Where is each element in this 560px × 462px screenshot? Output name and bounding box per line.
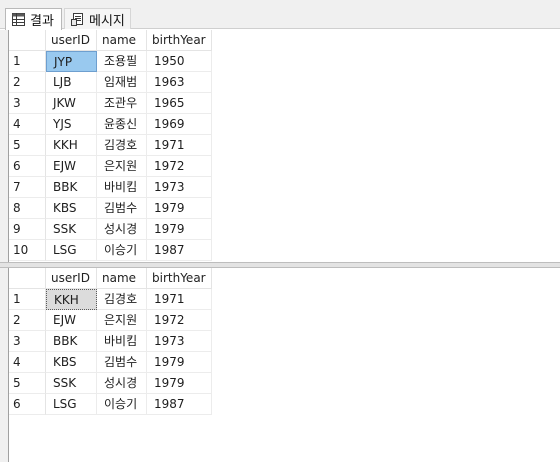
- row-number[interactable]: 6: [9, 394, 46, 415]
- tab-messages[interactable]: 메시지: [64, 8, 131, 29]
- row-number[interactable]: 3: [9, 331, 46, 352]
- cell-birthyear[interactable]: 1973: [147, 331, 212, 352]
- cell-name[interactable]: 바비킴: [97, 177, 147, 198]
- message-icon: [71, 12, 83, 26]
- cell-name[interactable]: 성시경: [97, 373, 147, 394]
- pane-left-edge: [0, 268, 8, 462]
- row-number[interactable]: 6: [9, 156, 46, 177]
- column-header-birthyear[interactable]: birthYear: [147, 30, 212, 51]
- cell-name[interactable]: 조용필: [97, 51, 147, 72]
- row-number[interactable]: 5: [9, 135, 46, 156]
- pane-left-edge: [0, 30, 8, 262]
- cell-userid[interactable]: BBK: [46, 331, 97, 352]
- column-header-userid[interactable]: userID: [46, 30, 97, 51]
- cell-userid[interactable]: BBK: [46, 177, 97, 198]
- cell-userid[interactable]: JKW: [46, 93, 97, 114]
- cell-userid[interactable]: EJW: [46, 310, 97, 331]
- cell-userid[interactable]: KBS: [46, 198, 97, 219]
- cell-birthyear[interactable]: 1979: [147, 219, 212, 240]
- cell-birthyear[interactable]: 1965: [147, 93, 212, 114]
- row-number[interactable]: 1: [9, 289, 46, 310]
- row-number[interactable]: 8: [9, 198, 46, 219]
- grid-corner[interactable]: [9, 30, 46, 51]
- result-grid-2[interactable]: userID name birthYear 1 KKH 김경호 1971 2 EJW 은지원 197…: [8, 268, 560, 462]
- column-header-birthyear[interactable]: birthYear: [147, 268, 212, 289]
- grid-corner[interactable]: [9, 268, 46, 289]
- column-header-name[interactable]: name: [97, 268, 147, 289]
- cell-name[interactable]: 김경호: [97, 289, 147, 310]
- cell-name[interactable]: 임재범: [97, 72, 147, 93]
- cell-birthyear[interactable]: 1969: [147, 114, 212, 135]
- tab-results-label: 결과: [30, 14, 54, 29]
- cell-birthyear[interactable]: 1971: [147, 289, 212, 310]
- row-number[interactable]: 4: [9, 352, 46, 373]
- cell-userid[interactable]: SSK: [46, 373, 97, 394]
- row-number[interactable]: 2: [9, 72, 46, 93]
- cell-name[interactable]: 김경호: [97, 135, 147, 156]
- cell-userid[interactable]: LSG: [46, 240, 97, 261]
- grid-icon: [12, 13, 25, 26]
- cell-name[interactable]: 이승기: [97, 240, 147, 261]
- cell-name[interactable]: 윤종신: [97, 114, 147, 135]
- cell-name[interactable]: 김범수: [97, 198, 147, 219]
- cell-userid[interactable]: YJS: [46, 114, 97, 135]
- cell-userid[interactable]: KKH: [46, 289, 97, 310]
- column-header-userid[interactable]: userID: [46, 268, 97, 289]
- cell-name[interactable]: 이승기: [97, 394, 147, 415]
- result-grid-1[interactable]: userID name birthYear 1 JYP 조용필 1950 2 LJB 임재범 196…: [8, 30, 560, 262]
- cell-birthyear[interactable]: 1987: [147, 394, 212, 415]
- cell-birthyear[interactable]: 1987: [147, 240, 212, 261]
- column-header-name[interactable]: name: [97, 30, 147, 51]
- cell-birthyear[interactable]: 1979: [147, 373, 212, 394]
- tab-results[interactable]: 결과: [5, 8, 62, 30]
- cell-name[interactable]: 은지원: [97, 310, 147, 331]
- row-number[interactable]: 1: [9, 51, 46, 72]
- cell-name[interactable]: 김범수: [97, 352, 147, 373]
- cell-userid[interactable]: SSK: [46, 219, 97, 240]
- row-number[interactable]: 2: [9, 310, 46, 331]
- cell-birthyear[interactable]: 1971: [147, 135, 212, 156]
- cell-birthyear[interactable]: 1972: [147, 310, 212, 331]
- cell-birthyear[interactable]: 1972: [147, 156, 212, 177]
- cell-birthyear[interactable]: 1950: [147, 51, 212, 72]
- cell-userid[interactable]: KKH: [46, 135, 97, 156]
- tab-messages-label: 메시지: [89, 13, 125, 29]
- cell-name[interactable]: 바비킴: [97, 331, 147, 352]
- cell-userid[interactable]: EJW: [46, 156, 97, 177]
- row-number[interactable]: 5: [9, 373, 46, 394]
- cell-userid[interactable]: JYP: [46, 51, 97, 72]
- results-tabstrip: 결과 메시지: [0, 6, 560, 30]
- row-number[interactable]: 9: [9, 219, 46, 240]
- cell-birthyear[interactable]: 1963: [147, 72, 212, 93]
- cell-userid[interactable]: LSG: [46, 394, 97, 415]
- cell-birthyear[interactable]: 1979: [147, 198, 212, 219]
- row-number[interactable]: 10: [9, 240, 46, 261]
- row-number[interactable]: 3: [9, 93, 46, 114]
- row-number[interactable]: 4: [9, 114, 46, 135]
- row-number[interactable]: 7: [9, 177, 46, 198]
- cell-birthyear[interactable]: 1973: [147, 177, 212, 198]
- cell-name[interactable]: 은지원: [97, 156, 147, 177]
- cell-name[interactable]: 성시경: [97, 219, 147, 240]
- cell-birthyear[interactable]: 1979: [147, 352, 212, 373]
- cell-userid[interactable]: KBS: [46, 352, 97, 373]
- cell-name[interactable]: 조관우: [97, 93, 147, 114]
- cell-userid[interactable]: LJB: [46, 72, 97, 93]
